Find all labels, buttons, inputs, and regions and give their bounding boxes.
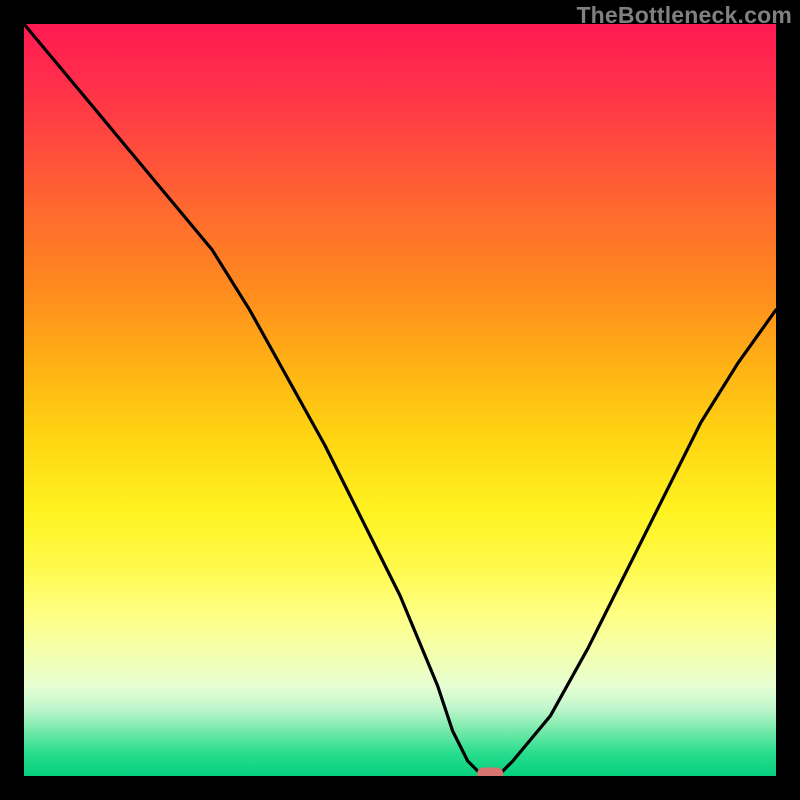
plot-area (24, 24, 776, 776)
chart-frame: TheBottleneck.com (0, 0, 800, 800)
bottleneck-curve (24, 24, 776, 776)
attribution-label: TheBottleneck.com (576, 2, 792, 29)
optimum-marker (477, 768, 503, 777)
curve-overlay (24, 24, 776, 776)
